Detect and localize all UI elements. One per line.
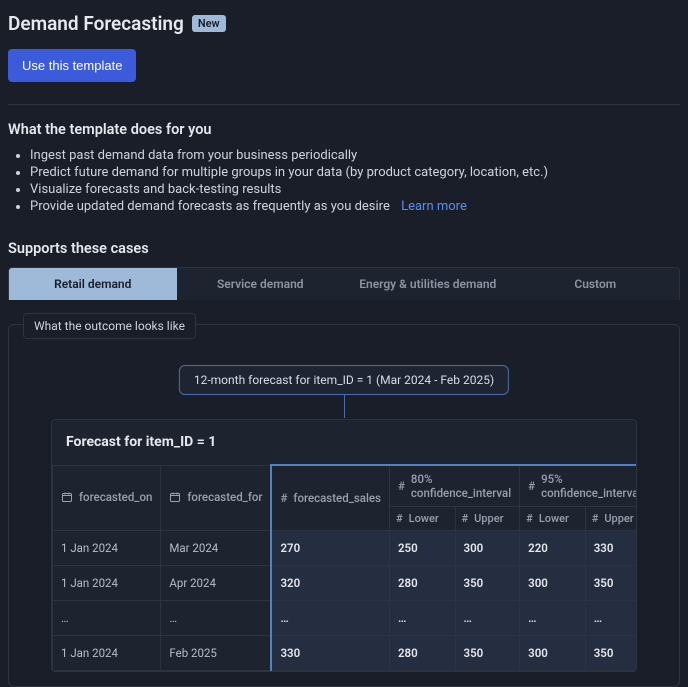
hash-icon: #	[592, 512, 599, 525]
hash-icon: #	[462, 512, 469, 525]
col-label: Lower	[409, 512, 439, 525]
forecast-callout: 12-month forecast for item_ID = 1 (Mar 2…	[179, 365, 509, 395]
cell-sales: 320	[271, 566, 389, 601]
table-row: 1 Jan 2024 Mar 2024 270 250 300 220 330	[53, 531, 638, 566]
col-label: forecasted_for	[187, 490, 262, 504]
use-template-button[interactable]: Use this template	[8, 49, 136, 82]
cell-sales: …	[271, 601, 389, 636]
feature-item: Visualize forecasts and back-testing res…	[30, 182, 680, 197]
col-ci80-lower: # Lower	[389, 507, 455, 531]
col-forecasted-sales: # forecasted_sales	[271, 465, 389, 531]
table-row: 1 Jan 2024 Feb 2025 330 280 350 300 350	[53, 636, 638, 671]
col-ci80-upper: # Upper	[455, 507, 520, 531]
cell-on: 1 Jan 2024	[53, 636, 161, 671]
cell-l95: …	[520, 601, 586, 636]
col-ci95-lower: # Lower	[520, 507, 586, 531]
col-forecasted-for: forecasted_for	[161, 465, 272, 531]
cell-l80: 280	[389, 636, 455, 671]
hash-icon: #	[528, 479, 535, 493]
cell-on: …	[53, 601, 161, 636]
section-cases-title: Supports these cases	[8, 240, 680, 257]
cell-u80: 350	[455, 566, 520, 601]
feature-item: Ingest past demand data from your busine…	[30, 148, 680, 163]
table-row: … … … … … … …	[53, 601, 638, 636]
cell-for: Feb 2025	[161, 636, 272, 671]
cell-sales: 330	[271, 636, 389, 671]
hash-icon: #	[526, 512, 533, 525]
forecast-table: forecasted_on forecasted_for # forecaste…	[52, 464, 637, 671]
forecast-rows: 1 Jan 2024 Mar 2024 270 250 300 220 330 …	[53, 531, 638, 671]
cell-on: 1 Jan 2024	[53, 566, 161, 601]
cell-u95: …	[585, 601, 637, 636]
cell-for: Mar 2024	[161, 531, 272, 566]
features-list: Ingest past demand data from your busine…	[8, 148, 680, 214]
tab-custom[interactable]: Custom	[512, 268, 680, 300]
cell-l80: 280	[389, 566, 455, 601]
table-row: 1 Jan 2024 Apr 2024 320 280 350 300 350	[53, 566, 638, 601]
cell-u80: 300	[455, 531, 520, 566]
feature-item: Provide updated demand forecasts as freq…	[30, 199, 680, 214]
col-ci95-upper: # Upper	[585, 507, 637, 531]
hash-icon: #	[398, 479, 405, 493]
callout-connector	[344, 394, 345, 418]
case-tabs: Retail demand Service demand Energy & ut…	[8, 267, 680, 300]
forecast-card: Forecast for item_ID = 1 forecasted_on f…	[51, 419, 637, 672]
tab-service-demand[interactable]: Service demand	[177, 268, 345, 300]
cell-for: …	[161, 601, 272, 636]
cell-u80: …	[455, 601, 520, 636]
col-label: forecasted_sales	[293, 491, 381, 505]
outcome-label: What the outcome looks like	[23, 313, 196, 339]
calendar-icon	[169, 491, 181, 503]
col-ci-95: # 95% confidence_interval	[520, 465, 637, 507]
page-title: Demand Forecasting	[8, 12, 184, 35]
cell-l95: 300	[520, 566, 586, 601]
cell-u95: 350	[585, 636, 637, 671]
learn-more-link[interactable]: Learn more	[401, 199, 467, 214]
hash-icon: #	[396, 512, 403, 525]
cell-l95: 220	[520, 531, 586, 566]
col-label: Upper	[604, 512, 633, 525]
col-label: 80% confidence_interval	[411, 472, 511, 500]
new-badge: New	[192, 15, 226, 32]
feature-item: Predict future demand for multiple group…	[30, 165, 680, 180]
cell-on: 1 Jan 2024	[53, 531, 161, 566]
col-ci-80: # 80% confidence_interval	[389, 465, 519, 507]
cell-l95: 300	[520, 636, 586, 671]
cell-l80: …	[389, 601, 455, 636]
tab-retail-demand[interactable]: Retail demand	[9, 268, 177, 300]
col-forecasted-on: forecasted_on	[53, 465, 161, 531]
cell-u95: 330	[585, 531, 637, 566]
col-label: 95% confidence_interval	[541, 472, 637, 500]
col-label: forecasted_on	[79, 490, 152, 504]
divider	[8, 104, 680, 105]
tab-energy-utilities-demand[interactable]: Energy & utilities demand	[344, 268, 512, 300]
forecast-card-title: Forecast for item_ID = 1	[52, 420, 636, 464]
outcome-box: What the outcome looks like 12-month for…	[8, 324, 680, 687]
hash-icon: #	[280, 491, 287, 505]
col-label: Upper	[474, 512, 503, 525]
cell-l80: 250	[389, 531, 455, 566]
cell-u80: 350	[455, 636, 520, 671]
cell-sales: 270	[271, 531, 389, 566]
cell-u95: 350	[585, 566, 637, 601]
cell-for: Apr 2024	[161, 566, 272, 601]
feature-text: Provide updated demand forecasts as freq…	[30, 199, 390, 214]
calendar-icon	[61, 491, 73, 503]
section-what-title: What the template does for you	[8, 121, 680, 138]
col-label: Lower	[539, 512, 569, 525]
